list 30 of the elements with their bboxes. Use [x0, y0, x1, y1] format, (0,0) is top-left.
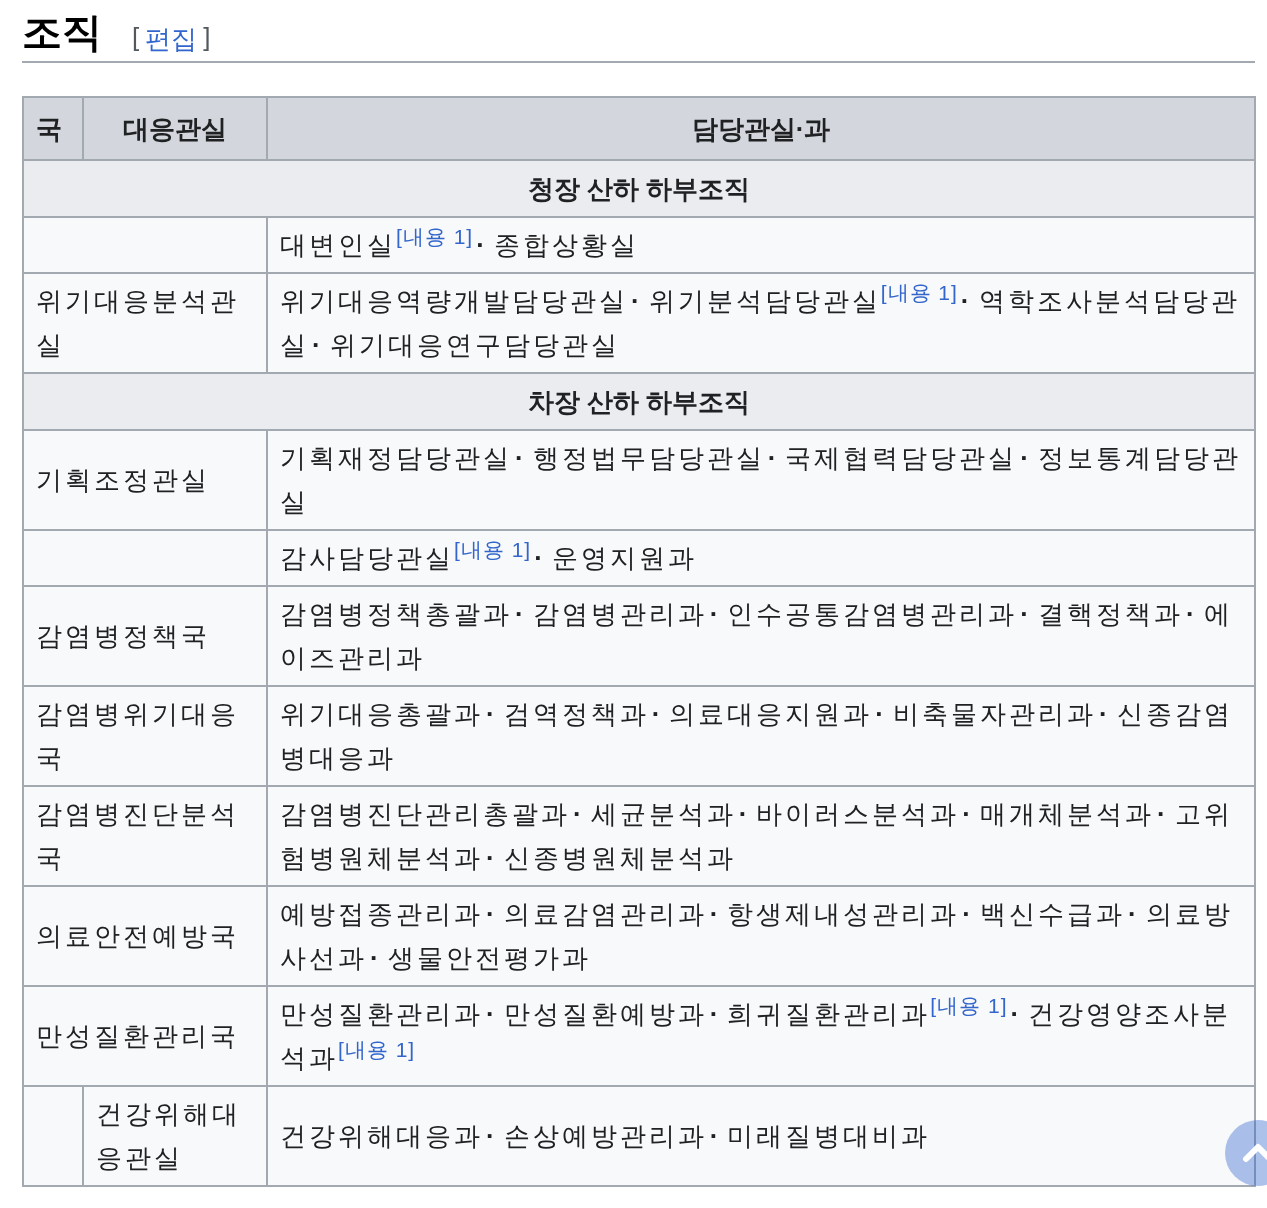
- footnote-link[interactable]: [내용 1]: [338, 1038, 416, 1062]
- table-cell: 감염병정책총괄과· 감염병관리과· 인수공통감염병관리과· 결핵정책과· 에이즈관리과: [267, 586, 1255, 686]
- edit-link[interactable]: 편집: [145, 22, 198, 57]
- footnote-link[interactable]: [내용 1]: [930, 994, 1008, 1018]
- table-cell: 예방접종관리과· 의료감염관리과· 항생제내성관리과· 백신수급과· 의료방사선과· 생물안전평가과: [267, 886, 1255, 986]
- section-row: 청장 산하 하부조직: [23, 160, 1255, 217]
- table-cell: 감염병위기대응국: [23, 686, 267, 786]
- column-header: 국: [23, 97, 83, 160]
- table-cell: 기획재정담당관실· 행정법무담당관실· 국제협력담당관실· 정보통계담당관실: [267, 430, 1255, 530]
- table-cell: 감염병정책국: [23, 586, 267, 686]
- table-cell: 만성질환관리국: [23, 986, 267, 1086]
- bracket: [: [132, 22, 140, 54]
- table-cell: 기획조정관실: [23, 430, 267, 530]
- table-cell: 감염병진단관리총괄과· 세균분석과· 바이러스분석과· 매개체분석과· 고위험병원체분석과· 신종병원체분석과: [267, 786, 1255, 886]
- table-cell: 건강위해대응관실: [83, 1086, 267, 1186]
- table-cell: 의료안전예방국: [23, 886, 267, 986]
- column-header: 담당관실·과: [267, 97, 1255, 160]
- bracket: ]: [203, 22, 211, 54]
- section-heading: 조직: [22, 9, 102, 56]
- table-cell: 건강위해대응과· 손상예방관리과· 미래질병대비과: [267, 1086, 1255, 1186]
- table-cell: 대변인실$^{[내용 1]}$· 종합상황실: [267, 217, 1255, 273]
- column-header: 대응관실: [83, 97, 267, 160]
- footnote-link[interactable]: [내용 1]: [454, 538, 532, 562]
- table-cell: 만성질환관리과· 만성질환예방과· 희귀질환관리과$^{[내용 1]}$· 건강영양조사분석과$^{[내용 1]}$: [267, 986, 1255, 1086]
- section-row: 차장 산하 하부조직: [23, 373, 1255, 430]
- footnote-link[interactable]: [내용 1]: [880, 281, 958, 305]
- table-cell: 위기대응총괄과· 검역정책과· 의료대응지원과· 비축물자관리과· 신종감염병대응과: [267, 686, 1255, 786]
- table-cell: 감사담당관실$^{[내용 1]}$· 운영지원과: [267, 530, 1255, 586]
- footnote-link[interactable]: [내용 1]: [396, 225, 474, 249]
- table-cell: 감염병진단분석국: [23, 786, 267, 886]
